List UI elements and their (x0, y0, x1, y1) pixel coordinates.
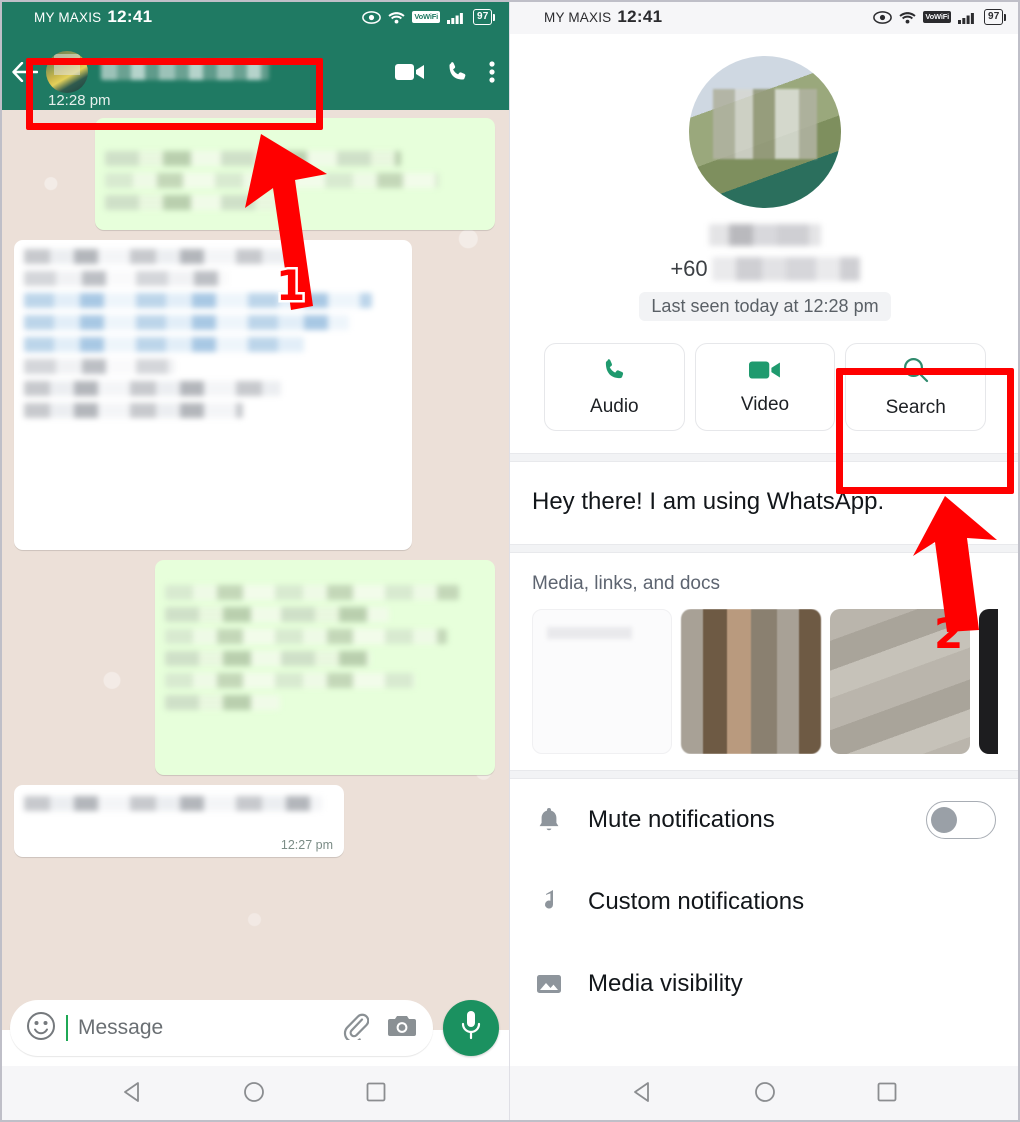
contact-phone-number: +60 (530, 256, 1000, 282)
text-caret (66, 1015, 68, 1041)
contact-display-name-blurred (709, 224, 821, 246)
contact-avatar[interactable] (46, 51, 88, 93)
phone-icon (601, 357, 627, 388)
message-timestamp: 12:27 pm (280, 838, 333, 852)
search-chat-label: Search (885, 396, 946, 418)
android-nav-bar-right[interactable] (510, 1066, 1020, 1122)
video-camera-icon[interactable] (395, 62, 425, 82)
battery-percent: 97 (473, 8, 492, 26)
media-thumbnail[interactable] (532, 609, 672, 754)
phone-country-prefix: +60 (670, 256, 708, 281)
contact-about-section[interactable]: Hey there! I am using WhatsApp. (510, 462, 1020, 544)
message-bubble-outgoing-2[interactable] (155, 560, 495, 775)
wifi-icon (388, 11, 405, 24)
setting-row-media-visibility[interactable]: Media visibility (510, 943, 1020, 1025)
camera-icon[interactable] (387, 1013, 417, 1044)
setting-label: Mute notifications (588, 806, 775, 833)
message-bubble-incoming-2[interactable]: 12:27 pm (14, 785, 344, 857)
setting-label: Custom notifications (588, 888, 805, 915)
video-call-label: Video (740, 393, 790, 415)
annotation-step-number-1: 1 (273, 261, 307, 310)
media-thumbnail[interactable] (681, 609, 821, 754)
status-bar-right: MY MAXIS 12:41 VoWiFi 97 (510, 0, 1020, 34)
paperclip-icon[interactable] (343, 1012, 370, 1045)
phone-icon[interactable] (445, 60, 469, 84)
nav-back-triangle-icon[interactable] (631, 1080, 655, 1109)
bell-icon (534, 806, 564, 834)
message-placeholder: Message (78, 1016, 164, 1039)
vowifi-badge: VoWiFi (922, 10, 952, 24)
cellular-signal-icon (447, 11, 466, 24)
contact-action-buttons: Audio Video Search (530, 343, 1000, 431)
search-chat-button[interactable]: Search (845, 343, 987, 431)
eye-icon (873, 10, 892, 24)
phone-number-blurred (711, 257, 860, 281)
contact-settings-list: Mute notifications Custom notifications … (510, 779, 1020, 1025)
more-vert-icon[interactable] (489, 60, 495, 84)
clock-label: 12:41 (617, 7, 663, 26)
setting-label: Media visibility (588, 970, 743, 997)
microphone-icon (460, 1010, 482, 1047)
image-icon (534, 971, 564, 997)
media-links-docs-section[interactable]: Media, links, and docs (510, 553, 1020, 770)
screenshot-frame: MY MAXIS 12:41 VoWiFi 97 12:28 pm 12:27 … (0, 0, 1020, 1122)
voice-record-button[interactable] (443, 1000, 499, 1056)
message-input-bar[interactable]: Message (0, 990, 509, 1066)
right-phone-contact-info-screen: MY MAXIS 12:41 VoWiFi 97 +60 Last seen t… (510, 0, 1020, 1122)
cellular-signal-icon (958, 11, 977, 24)
music-note-icon (534, 888, 564, 916)
carrier-label: MY MAXIS (544, 10, 612, 25)
clock-label: 12:41 (107, 7, 153, 26)
status-bar-left: MY MAXIS 12:41 VoWiFi 97 (0, 0, 509, 34)
vowifi-badge: VoWiFi (411, 10, 441, 24)
setting-row-mute-notifications[interactable]: Mute notifications (510, 779, 1020, 861)
mute-notifications-toggle[interactable] (926, 801, 996, 839)
message-input-field[interactable]: Message (10, 1000, 433, 1056)
nav-home-circle-icon[interactable] (753, 1080, 777, 1109)
contact-last-seen-header: 12:28 pm (48, 92, 111, 109)
media-section-title: Media, links, and docs (532, 573, 720, 594)
battery-icon: 97 (473, 8, 495, 26)
carrier-label: MY MAXIS (34, 10, 102, 25)
message-bubble-incoming-1[interactable] (14, 240, 412, 550)
video-call-button[interactable]: Video (694, 343, 836, 431)
section-divider (510, 544, 1020, 553)
contact-profile-hero: +60 Last seen today at 12:28 pm Audio Vi… (510, 56, 1020, 453)
chat-message-list[interactable]: 12:27 pm (0, 110, 509, 1030)
media-thumbnail[interactable] (979, 609, 998, 754)
contact-name-blurred (101, 61, 269, 80)
audio-call-label: Audio (590, 395, 639, 417)
nav-recents-square-icon[interactable] (875, 1080, 899, 1109)
emoji-smiley-icon[interactable] (26, 1011, 56, 1046)
search-icon (902, 356, 930, 389)
message-bubble-outgoing-1[interactable] (95, 118, 495, 230)
wifi-icon (899, 11, 916, 24)
media-thumbnail-row[interactable] (532, 609, 998, 754)
chat-header-text[interactable] (92, 61, 383, 83)
back-arrow-icon[interactable] (8, 62, 42, 82)
eye-icon (362, 10, 381, 24)
last-seen-badge: Last seen today at 12:28 pm (639, 292, 891, 321)
section-divider (510, 770, 1020, 779)
profile-photo[interactable] (689, 56, 841, 208)
audio-call-button[interactable]: Audio (544, 343, 685, 431)
video-camera-icon (749, 359, 781, 386)
battery-icon: 97 (984, 8, 1006, 26)
setting-row-custom-notifications[interactable]: Custom notifications (510, 861, 1020, 943)
nav-back-triangle-icon[interactable] (121, 1080, 145, 1109)
about-status-text: Hey there! I am using WhatsApp. (532, 488, 885, 515)
section-divider (510, 453, 1020, 462)
android-nav-bar-left[interactable] (0, 1066, 509, 1122)
nav-home-circle-icon[interactable] (242, 1080, 266, 1109)
nav-recents-square-icon[interactable] (364, 1080, 388, 1109)
battery-percent: 97 (984, 8, 1003, 26)
left-phone-chat-screen: MY MAXIS 12:41 VoWiFi 97 12:28 pm 12:27 … (0, 0, 510, 1122)
annotation-step-number-2: 2 (934, 609, 964, 658)
